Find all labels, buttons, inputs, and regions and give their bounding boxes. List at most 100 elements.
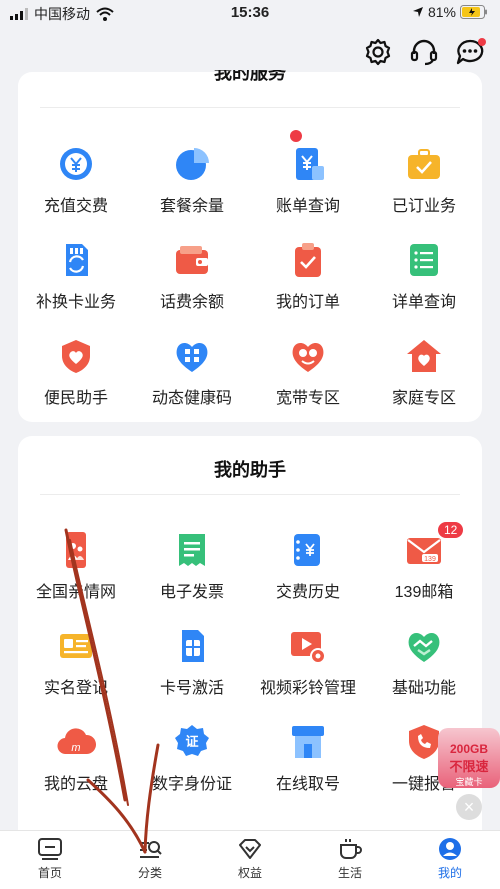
svg-text:证: 证	[185, 735, 198, 750]
qr-heart-icon	[176, 343, 208, 372]
service-bill[interactable]: 账单查询	[250, 130, 366, 216]
video-ring-icon	[291, 632, 326, 664]
service-family[interactable]: 家庭专区	[366, 336, 482, 408]
close-promo-button[interactable]: ×	[456, 794, 482, 820]
assistant-divider	[40, 494, 460, 495]
services-divider	[40, 107, 460, 108]
battery-percent: 81%	[427, 4, 456, 20]
clipboard-check-icon	[295, 243, 321, 277]
assistant-label: 交费历史	[275, 584, 340, 601]
sim-card-icon	[182, 630, 204, 662]
assistant-video-ringtone[interactable]: 视频彩铃管理	[250, 626, 366, 698]
headset-icon	[410, 39, 438, 66]
service-label: 动态健康码	[151, 390, 232, 407]
house-heart-icon	[407, 340, 441, 372]
category-tab-icon	[140, 841, 162, 858]
assistant-family-network[interactable]: 全国亲情网	[18, 530, 134, 602]
assistant-real-name[interactable]: 实名登记	[18, 626, 134, 698]
heart-face-icon	[292, 343, 324, 372]
cert-badge-icon: 证	[175, 725, 209, 756]
service-label: 套餐余量	[159, 198, 224, 215]
service-label: 已订业务	[391, 198, 456, 215]
service-label: 话费余额	[159, 294, 224, 311]
floating-promo[interactable]: 200GB 不限速 宝藏卡	[438, 728, 500, 788]
service-label: 充值交费	[43, 198, 108, 215]
assistant-139-mail[interactable]: 139 139邮箱 12	[366, 522, 482, 602]
assistant-label: 视频彩铃管理	[259, 680, 356, 697]
service-detail-query[interactable]: 详单查询	[366, 240, 482, 312]
service-label: 补换卡业务	[35, 294, 116, 311]
assistant-label: 139邮箱	[394, 584, 454, 601]
promo-line1: 200GB	[449, 742, 489, 756]
mail-unread-badge: 12	[438, 522, 464, 538]
settings-button[interactable]	[360, 34, 396, 70]
tab-life[interactable]: 生活	[300, 837, 400, 881]
assistant-label: 卡号激活	[159, 680, 224, 697]
briefcase-icon	[408, 149, 440, 179]
service-my-orders[interactable]: 我的订单	[250, 240, 366, 312]
receipt-icon	[179, 534, 205, 566]
assistant-label: 实名登记	[43, 680, 108, 697]
assistant-title: 我的助手	[214, 460, 286, 480]
svg-text:139: 139	[424, 556, 436, 563]
service-phone-balance[interactable]: 话费余额	[134, 240, 250, 312]
store-icon	[292, 726, 324, 758]
promo-line3: 宝藏卡	[455, 777, 483, 787]
service-label: 账单查询	[275, 198, 340, 215]
messages-button[interactable]	[452, 34, 488, 70]
tab-label: 我的	[437, 866, 462, 880]
battery-icon	[460, 5, 487, 19]
tab-label: 生活	[337, 866, 362, 880]
message-dot	[478, 38, 486, 46]
svg-text:m: m	[71, 742, 80, 754]
tab-label: 分类	[137, 866, 162, 880]
service-label: 便民助手	[43, 390, 108, 407]
assistant-label: 数字身份证	[151, 776, 232, 793]
tab-category[interactable]: 分类	[100, 837, 200, 881]
wallet-icon	[176, 246, 208, 274]
gear-icon	[365, 38, 391, 66]
service-label: 详单查询	[391, 294, 456, 311]
assistant-payment-history[interactable]: 交费历史	[250, 530, 366, 602]
services-title: 我的服务	[214, 70, 286, 83]
assistant-e-invoice[interactable]: 电子发票	[134, 530, 250, 602]
assistant-card-activation[interactable]: 卡号激活	[134, 626, 250, 698]
pie-chart-icon	[176, 148, 209, 180]
service-package-balance[interactable]: 套餐余量	[134, 144, 250, 216]
service-health-code[interactable]: 动态健康码	[134, 336, 250, 408]
service-broadband[interactable]: 宽带专区	[250, 336, 366, 408]
sim-refresh-icon	[66, 244, 88, 276]
list-icon	[410, 244, 438, 276]
tab-mine[interactable]: 我的	[400, 837, 500, 881]
diamond-tab-icon	[239, 839, 261, 859]
assistant-label: 电子发票	[159, 584, 224, 601]
tab-label: 首页	[37, 866, 62, 880]
assistant-basic-functions[interactable]: 基础功能	[366, 626, 482, 698]
assistant-card: 我的助手 全国亲情网 电子发票 交费历史 139 139邮箱 12 实名登记 卡…	[18, 436, 482, 856]
history-card-icon	[294, 534, 320, 566]
assistant-label: 全国亲情网	[35, 584, 116, 601]
top-actions	[360, 34, 488, 70]
location-arrow-icon	[412, 7, 423, 17]
assistant-label: 我的云盘	[43, 776, 108, 793]
handshake-heart-icon	[408, 633, 440, 662]
assistant-digital-id[interactable]: 证 数字身份证	[134, 722, 250, 794]
assistant-label: 在线取号	[275, 776, 340, 793]
assistant-cloud-drive[interactable]: m 我的云盘	[18, 722, 134, 794]
home-tab-icon	[38, 838, 62, 860]
service-sim-replace[interactable]: 补换卡业务	[18, 240, 134, 312]
tab-label: 权益	[237, 866, 262, 880]
service-convenience[interactable]: 便民助手	[18, 336, 134, 408]
service-subscribed[interactable]: 已订业务	[366, 144, 482, 216]
tab-home[interactable]: 首页	[0, 837, 100, 881]
mail-139-icon: 139	[407, 538, 441, 564]
customer-service-button[interactable]	[406, 34, 442, 70]
status-right: 81%	[412, 4, 488, 20]
tab-benefits[interactable]: 权益	[200, 837, 300, 881]
assistant-online-queue[interactable]: 在线取号	[250, 722, 366, 794]
cup-tab-icon	[340, 839, 362, 859]
service-recharge[interactable]: 充值交费	[18, 144, 134, 216]
yuan-refresh-icon	[60, 148, 92, 180]
promo-line2: 不限速	[449, 759, 489, 774]
bill-red-dot	[290, 130, 302, 142]
